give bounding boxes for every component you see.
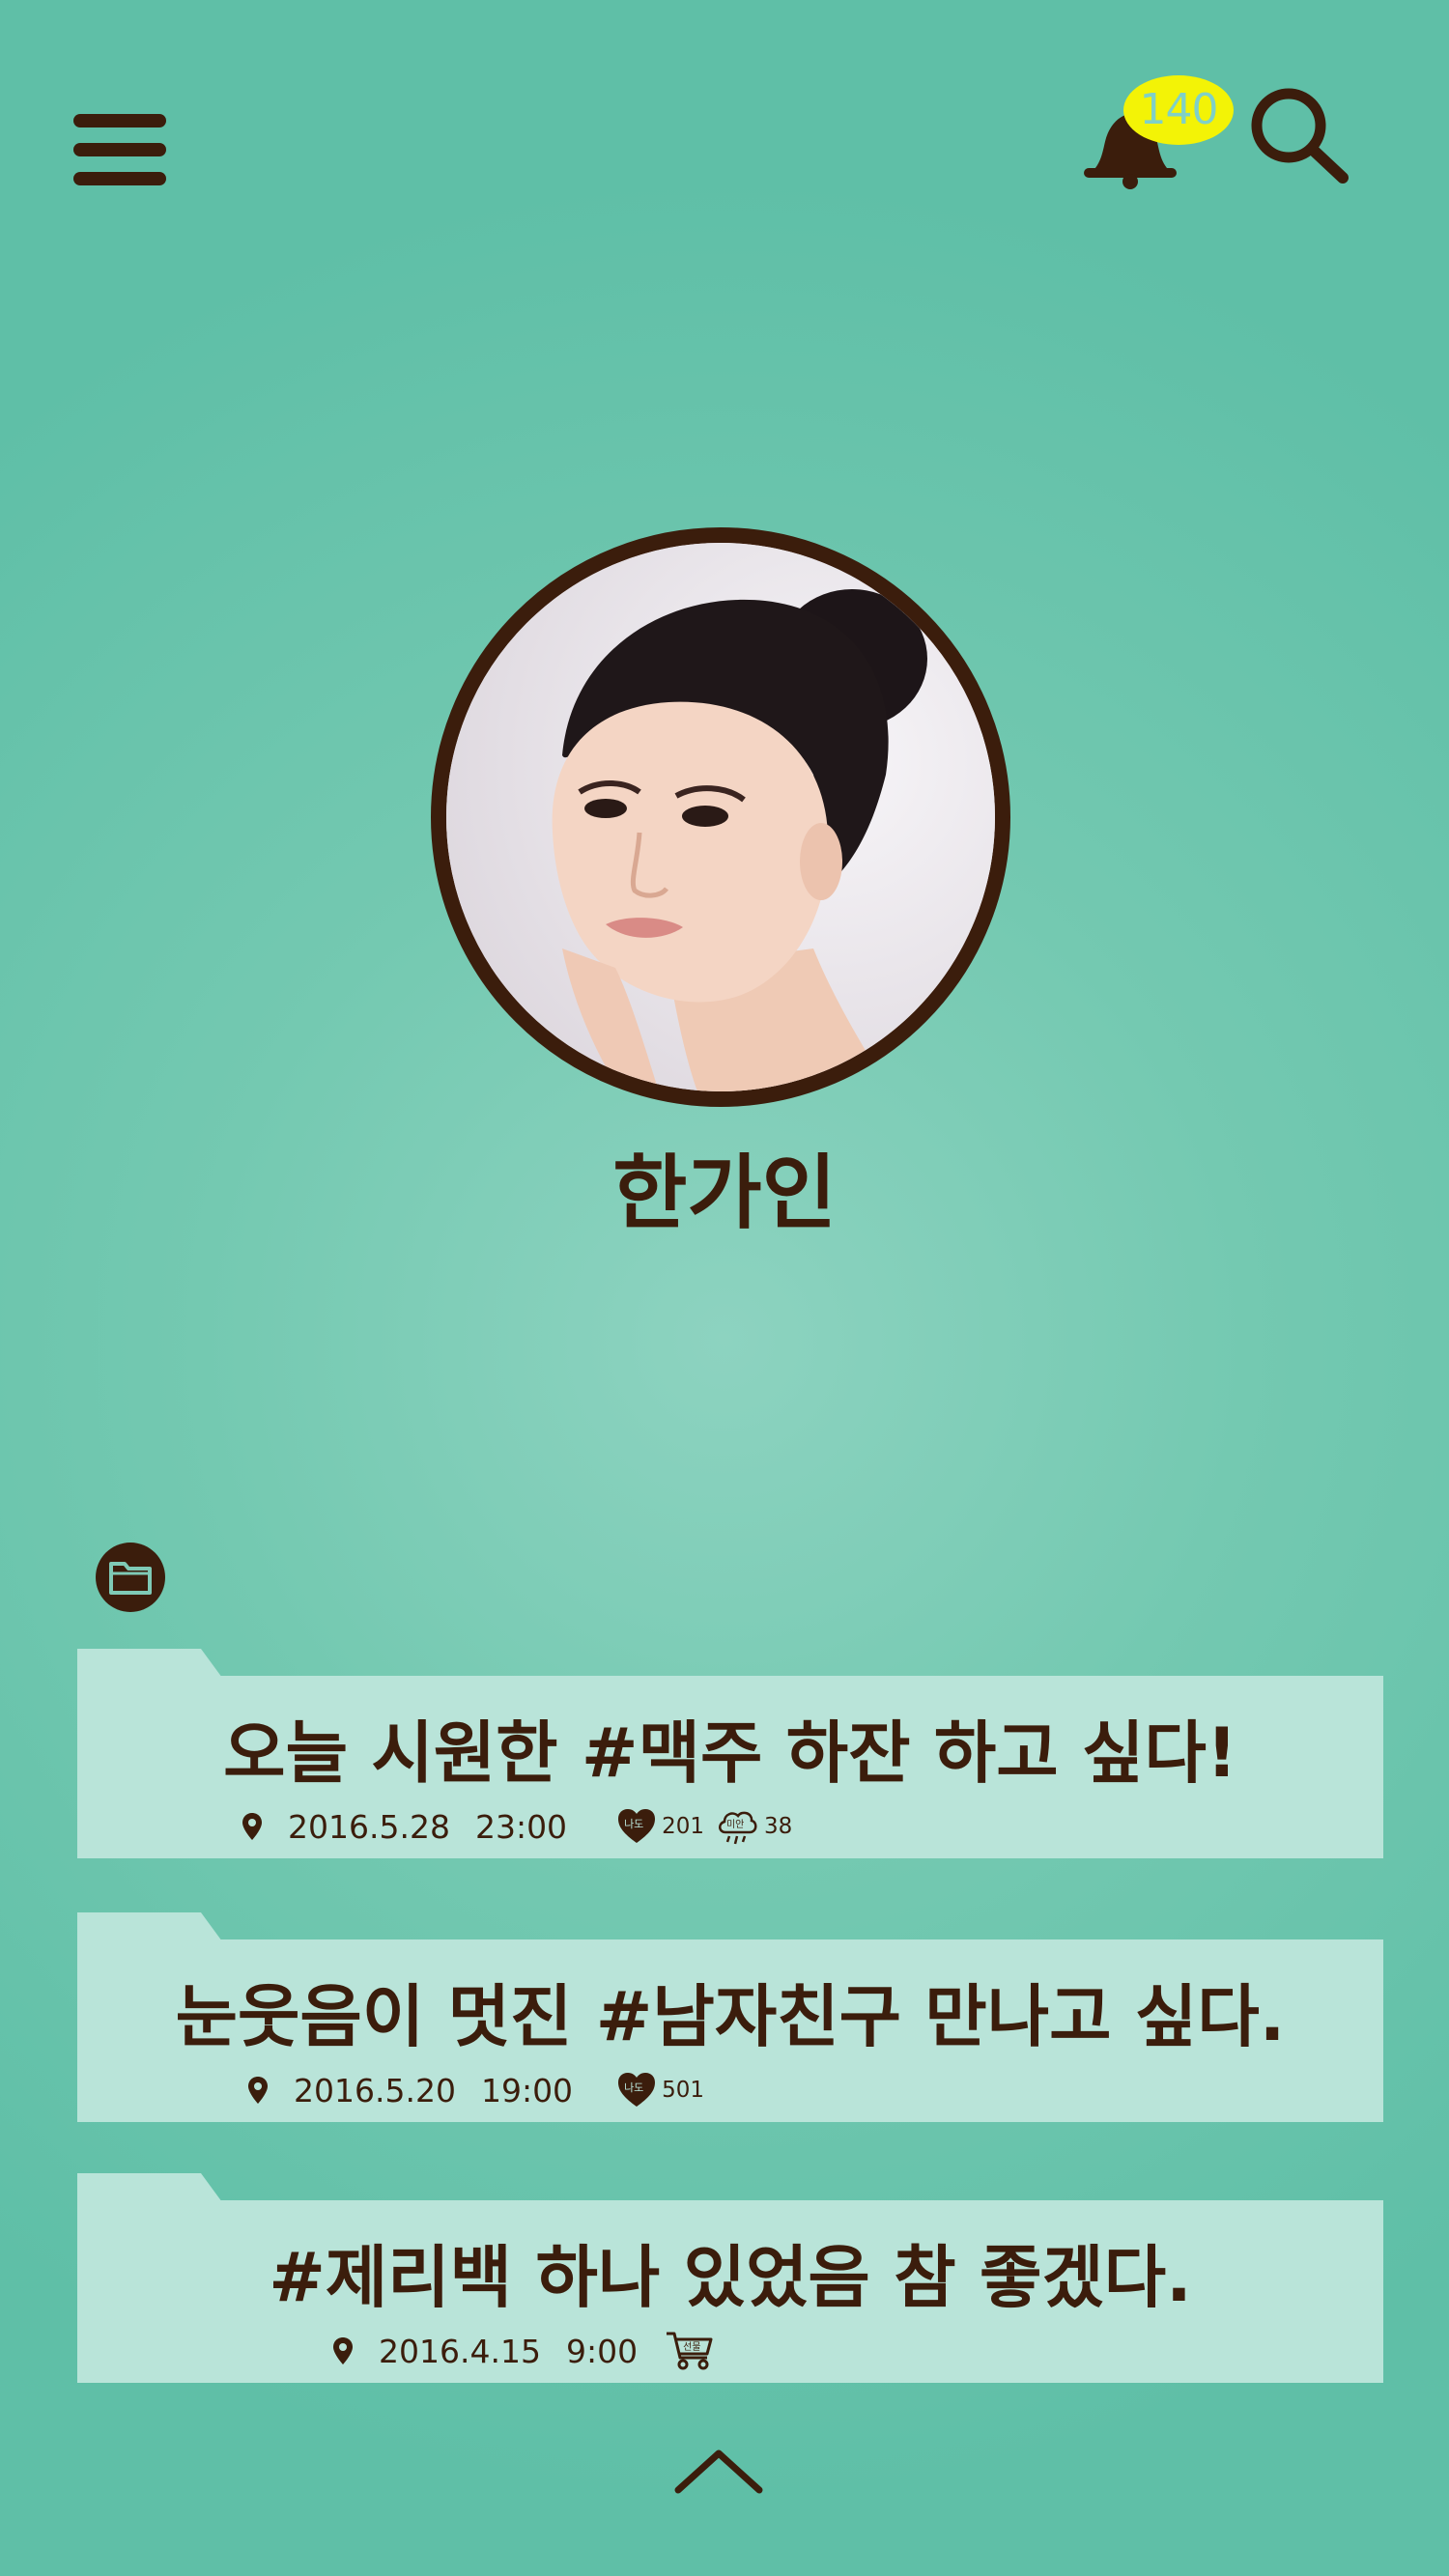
menu-bar [73,172,166,185]
sorry-count: 38 [763,1814,793,1839]
metoo-badge-label: 나도 [624,2081,644,2094]
post-date: 2016.5.20 [294,2071,456,2109]
post-date: 2016.4.15 [379,2332,541,2370]
post-card[interactable]: 눈웃음이 멋진 #남자친구 만나고 싶다. 2016.5.20 19:00 나도… [77,1912,1383,2122]
metoo-count: 501 [662,2078,704,2103]
card-body: #제리백 하나 있었음 참 좋겠다. 2016.4.15 9:00 선물 [77,2200,1383,2383]
folder-button[interactable] [96,1543,165,1612]
post-card[interactable]: #제리백 하나 있었음 참 좋겠다. 2016.4.15 9:00 선물 [77,2173,1383,2383]
card-body: 눈웃음이 멋진 #남자친구 만나고 싶다. 2016.5.20 19:00 나도… [77,1939,1383,2122]
folder-icon [109,1562,152,1595]
location-pin-icon [333,2337,353,2364]
hamburger-menu-button[interactable] [73,114,166,185]
profile-name: 한가인 [612,1146,837,1240]
sorry-cloud-icon[interactable]: 미안 [716,1807,758,1846]
location-pin-icon [248,2077,268,2104]
post-meta: 2016.5.20 19:00 나도 501 [247,2071,704,2109]
search-button[interactable] [1246,83,1352,189]
menu-bar [73,114,166,127]
gift-badge-label: 선물 [683,2342,701,2353]
metoo-heart-icon[interactable]: 나도 [617,2072,656,2109]
post-time: 19:00 [480,2071,574,2109]
metoo-badge-label: 나도 [624,1818,644,1830]
card-body: 오늘 시원한 #맥주 하잔 하고 싶다! 2016.5.28 23:00 나도 … [77,1676,1383,1858]
post-title: 오늘 시원한 #맥주 하잔 하고 싶다! [223,1713,1237,1793]
profile-photo [446,543,995,1091]
notification-count-badge: 140 [1123,75,1234,145]
location-pin-icon [242,1813,262,1840]
post-card[interactable]: 오늘 시원한 #맥주 하잔 하고 싶다! 2016.5.28 23:00 나도 … [77,1649,1383,1858]
gift-cart-icon[interactable]: 선물 [665,2331,715,2371]
scroll-up-button[interactable] [670,2442,767,2500]
post-time: 9:00 [565,2332,639,2370]
post-date: 2016.5.28 [288,1807,450,1846]
post-meta: 2016.5.28 23:00 나도 201 미안 38 [242,1807,792,1846]
sorry-badge-label: 미안 [725,1820,745,1830]
chevron-up-icon [674,2449,763,2494]
post-title: #제리백 하나 있었음 참 좋겠다. [269,2238,1192,2317]
post-meta: 2016.4.15 9:00 선물 [332,2332,715,2370]
metoo-heart-icon[interactable]: 나도 [617,1808,656,1845]
profile-avatar[interactable] [431,527,1010,1107]
post-title: 눈웃음이 멋진 #남자친구 만나고 싶다. [175,1977,1286,2056]
menu-bar [73,143,166,156]
post-time: 23:00 [474,1807,568,1846]
search-icon [1251,88,1349,184]
metoo-count: 201 [662,1814,704,1839]
